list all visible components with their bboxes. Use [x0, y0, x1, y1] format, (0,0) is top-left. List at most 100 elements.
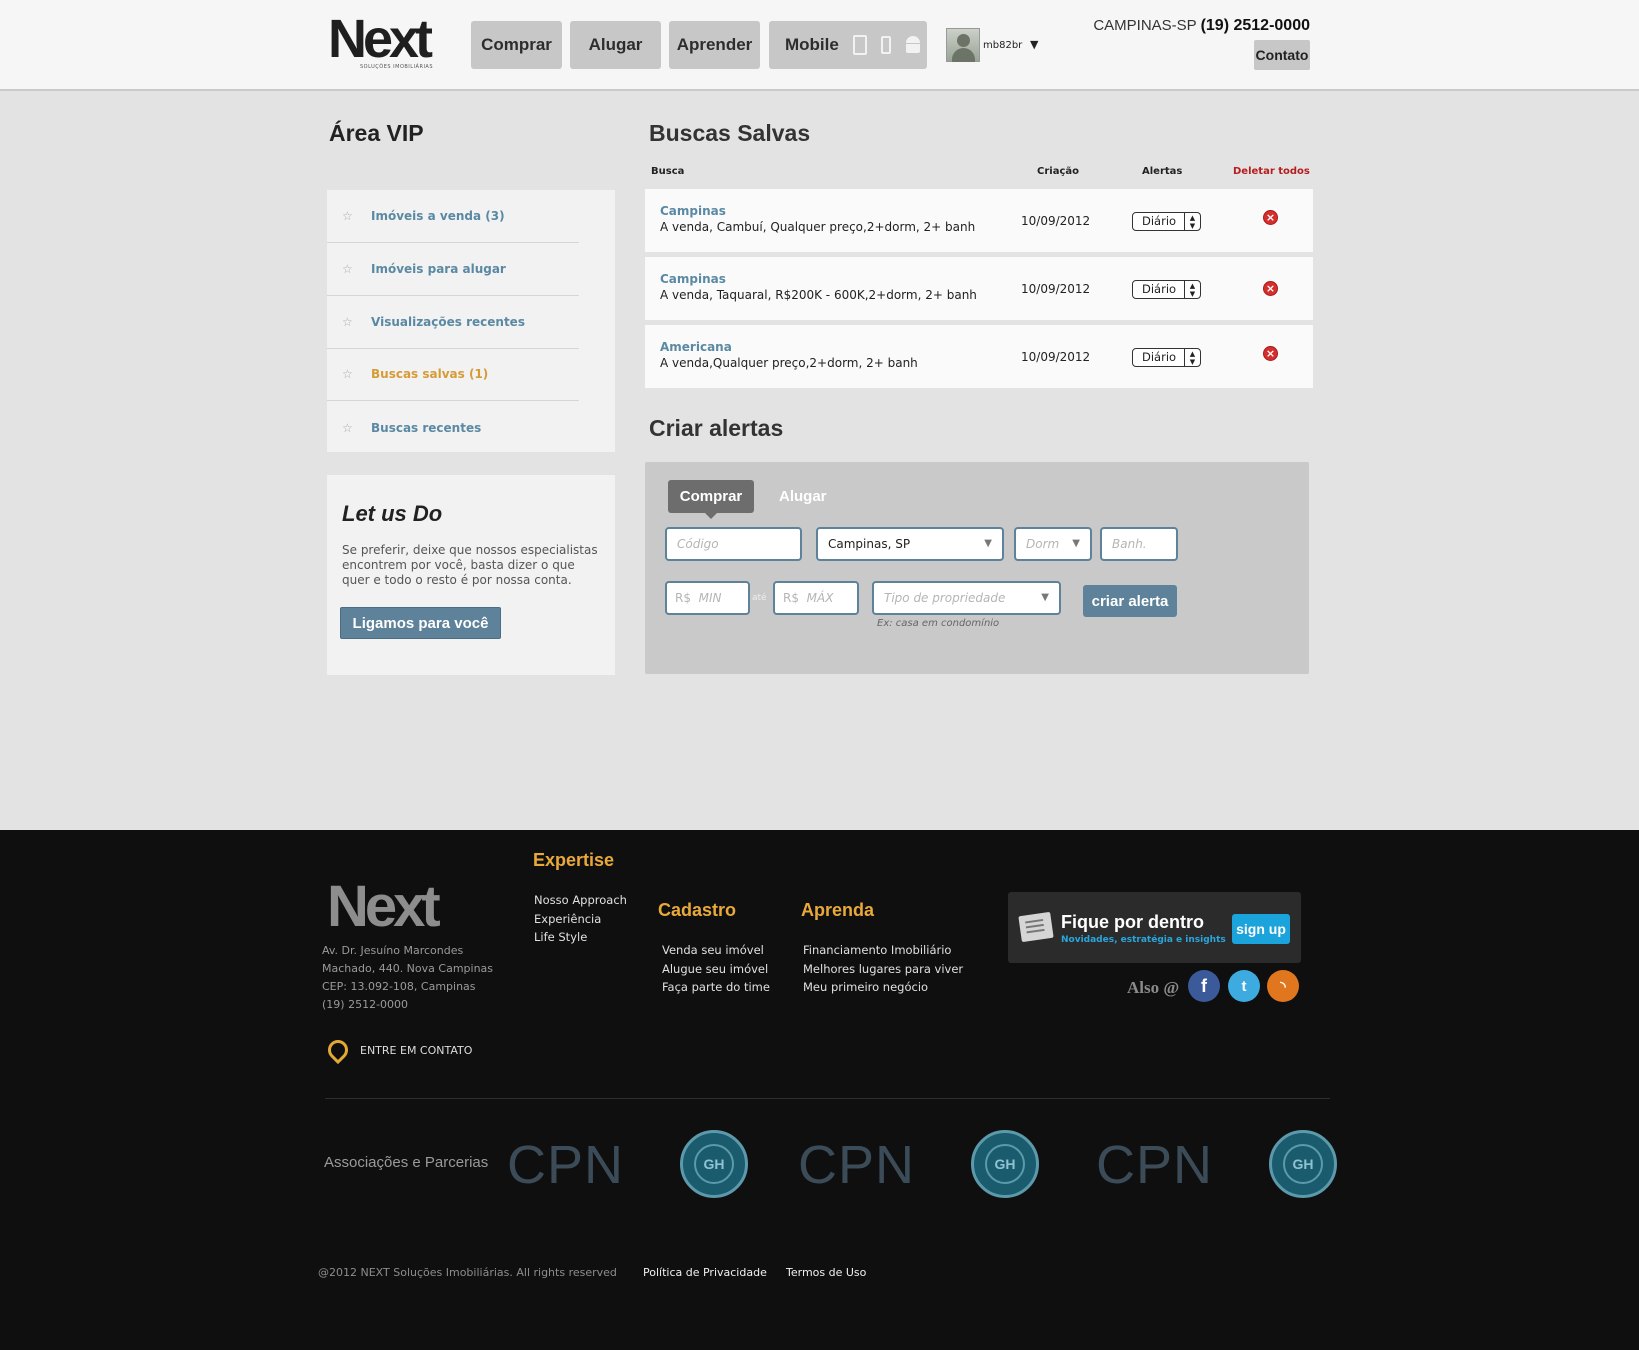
user-menu-caret-icon[interactable]: ▼ [1030, 38, 1038, 51]
twitter-icon[interactable]: t [1228, 970, 1260, 1002]
city-select[interactable]: Campinas, SP ▼ [816, 527, 1004, 561]
row-description: A venda, Taquaral, R$200K - 600K,2+dorm,… [660, 288, 977, 302]
sidebar-item-buscas-salvas[interactable]: ☆ Buscas salvas (1) [327, 348, 579, 401]
banh-input[interactable]: Banh. [1100, 527, 1178, 561]
phone-icon [880, 36, 891, 54]
terms-link[interactable]: Termos de Uso [786, 1266, 866, 1279]
partner-seal-logo[interactable]: GH [680, 1130, 748, 1198]
seal-emblem-icon: GH [985, 1144, 1025, 1184]
footer-link[interactable]: Alugue seu imóvel [662, 960, 770, 979]
tab-alugar[interactable]: Alugar [779, 488, 827, 505]
alert-frequency-select[interactable]: Diário ▲ ▼ [1132, 348, 1201, 367]
row-city-link[interactable]: Campinas [660, 204, 726, 218]
footer-divider [325, 1098, 1330, 1099]
contato-button[interactable]: Contato [1254, 40, 1310, 70]
ate-label: até [752, 593, 767, 603]
site-footer: Next Av. Dr. Jesuíno Marcondes Machado, … [0, 830, 1639, 1350]
alert-frequency-select[interactable]: Diário ▲ ▼ [1132, 212, 1201, 231]
partner-seal-logo[interactable]: GH [1269, 1130, 1337, 1198]
star-icon: ☆ [342, 209, 353, 223]
sidebar-item-buscas-recentes[interactable]: ☆ Buscas recentes [327, 401, 579, 454]
row-city-link[interactable]: Campinas [660, 272, 726, 286]
partner-logo-cpn[interactable]: CPN [507, 1134, 624, 1196]
alert-frequency-value: Diário [1142, 282, 1177, 296]
partner-seal-logo[interactable]: GH [971, 1130, 1039, 1198]
ligamos-button[interactable]: Ligamos para você [340, 607, 501, 639]
select-arrows-icon: ▲ ▼ [1184, 349, 1200, 366]
chevron-down-icon: ▼ [984, 538, 992, 549]
footer-link[interactable]: Venda seu imóvel [662, 941, 770, 960]
tab-comprar[interactable]: Comprar [668, 480, 754, 519]
row-city-link[interactable]: Americana [660, 340, 732, 354]
max-price-input[interactable]: R$ MÁX [773, 581, 859, 615]
footer-link[interactable]: Financiamento Imobiliário [803, 941, 963, 960]
site-logo[interactable]: Next SOLUÇÕES IMOBILIÁRIAS [328, 12, 440, 72]
sidebar-item-imoveis-alugar[interactable]: ☆ Imóveis para alugar [327, 243, 579, 296]
tablet-icon [852, 35, 867, 55]
newspaper-icon [1018, 911, 1054, 943]
cadastro-heading: Cadastro [658, 900, 737, 920]
criar-alerta-button[interactable]: criar alerta [1083, 585, 1177, 617]
dorm-placeholder: Dorm [1026, 537, 1060, 551]
cadastro-links: Venda seu imóvel Alugue seu imóvel Faça … [662, 941, 770, 997]
let-us-do-text: Se preferir, deixe que nossos especialis… [342, 543, 598, 587]
footer-link[interactable]: Meu primeiro negócio [803, 978, 963, 997]
aprenda-links: Financiamento Imobiliário Melhores lugar… [803, 941, 963, 997]
footer-link[interactable]: Experiência [534, 910, 627, 929]
sidebar-item-visualizacoes[interactable]: ☆ Visualizações recentes [327, 296, 579, 349]
sidebar-item-label: Visualizações recentes [371, 315, 525, 329]
seal-emblem-icon: GH [694, 1144, 734, 1184]
newsletter-title: Fique por dentro [1061, 912, 1204, 932]
expertise-links: Nosso Approach Experiência Life Style [534, 891, 627, 947]
entre-em-contato-link[interactable]: ENTRE EM CONTATO [360, 1044, 472, 1057]
location-pin-icon [323, 1035, 353, 1065]
page-title: Área VIP [329, 120, 424, 146]
facebook-icon[interactable]: f [1188, 970, 1220, 1002]
nav-comprar[interactable]: Comprar [471, 21, 562, 69]
delete-icon[interactable]: × [1263, 346, 1278, 361]
footer-link[interactable]: Nosso Approach [534, 891, 627, 910]
dorm-select[interactable]: Dorm ▼ [1014, 527, 1092, 561]
row-date: 10/09/2012 [1021, 282, 1091, 296]
partner-logo-cpn[interactable]: CPN [798, 1134, 915, 1196]
privacy-link[interactable]: Política de Privacidade [643, 1266, 767, 1279]
also-at-label: Also @ [1127, 978, 1180, 997]
row-description: A venda,Qualquer preço,2+dorm, 2+ banh [660, 356, 918, 370]
codigo-input[interactable]: Código [665, 527, 802, 561]
contato-label: Contato [1255, 47, 1309, 63]
newsletter-signup: Fique por dentro Novidades, estratégia e… [1008, 892, 1301, 963]
footer-link[interactable]: Life Style [534, 928, 627, 947]
footer-link[interactable]: Melhores lugares para viver [803, 960, 963, 979]
saved-searches-title: Buscas Salvas [649, 120, 811, 146]
sign-up-button[interactable]: sign up [1232, 914, 1290, 944]
delete-all-link[interactable]: Deletar todos [1233, 166, 1310, 177]
min-placeholder: MIN [698, 591, 722, 605]
footer-link[interactable]: Faça parte do time [662, 978, 770, 997]
col-header-criacao: Criação [1037, 166, 1079, 177]
sidebar-item-imoveis-venda[interactable]: ☆ Imóveis a venda (3) [327, 190, 579, 243]
logo-tagline: SOLUÇÕES IMOBILIÁRIAS [360, 64, 434, 70]
delete-icon[interactable]: × [1263, 281, 1278, 296]
min-price-input[interactable]: R$ MIN [665, 581, 750, 615]
seal-emblem-icon: GH [1283, 1144, 1323, 1184]
nav-alugar[interactable]: Alugar [570, 21, 661, 69]
address-line: Machado, 440. Nova Campinas [322, 962, 494, 975]
table-row: Americana A venda,Qualquer preço,2+dorm,… [645, 325, 1313, 388]
tab-comprar-label: Comprar [679, 488, 743, 505]
nav-aprender[interactable]: Aprender [669, 21, 760, 69]
address-line: Av. Dr. Jesuíno Marcondes [322, 944, 464, 957]
property-type-select[interactable]: Tipo de propriedade ▼ [872, 581, 1061, 615]
user-avatar[interactable] [946, 28, 980, 62]
copyright: @2012 NEXT Soluções Imobiliárias. All ri… [318, 1266, 617, 1279]
footer-logo[interactable]: Next [327, 878, 441, 936]
alert-frequency-select[interactable]: Diário ▲ ▼ [1132, 280, 1201, 299]
alert-frequency-value: Diário [1142, 350, 1177, 364]
username[interactable]: mb82br [983, 40, 1022, 51]
delete-icon[interactable]: × [1263, 210, 1278, 225]
property-type-placeholder: Tipo de propriedade [884, 591, 1006, 605]
rss-icon[interactable]: ◝ [1267, 970, 1299, 1002]
nav-mobile[interactable]: Mobile [769, 21, 927, 69]
sidebar-menu: ☆ Imóveis a venda (3) ☆ Imóveis para alu… [327, 190, 615, 452]
partner-logo-cpn[interactable]: CPN [1096, 1134, 1213, 1196]
sidebar-item-label: Buscas recentes [371, 420, 482, 435]
